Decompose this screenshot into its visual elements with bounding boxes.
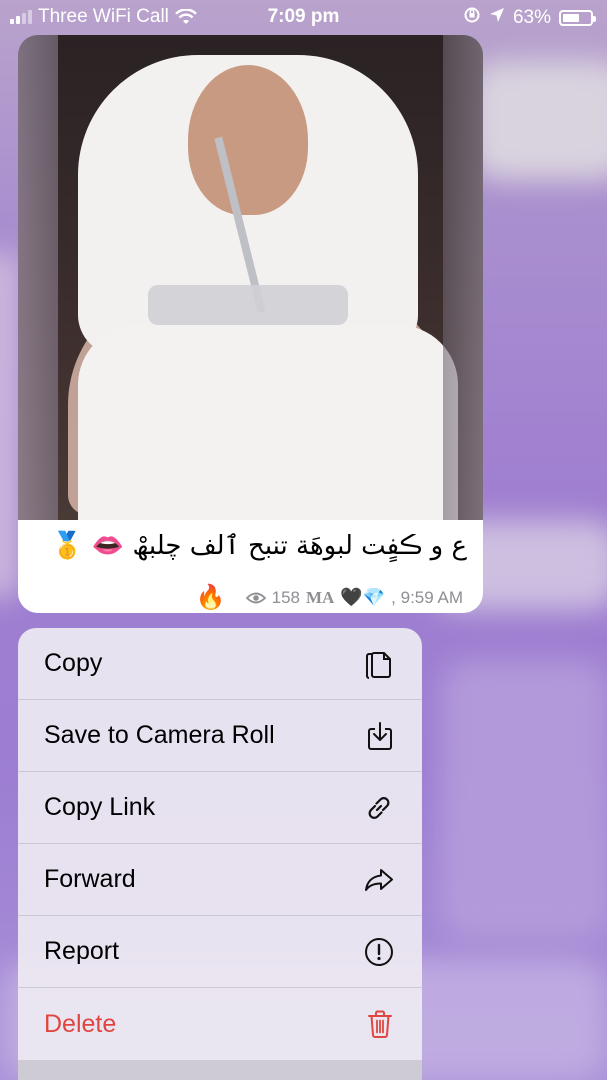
menu-item-report[interactable]: Report — [18, 916, 422, 988]
message-bubble[interactable]: ﻉ و ڪفٍت لبوھَة تنبح ٱلف چلبھْ 👄 🥇 🔥 158… — [18, 35, 483, 613]
download-icon — [366, 721, 394, 751]
eye-icon — [245, 591, 266, 605]
menu-separator — [18, 1060, 422, 1080]
menu-item-label: Report — [44, 937, 120, 965]
menu-item-copy-link[interactable]: Copy Link — [18, 772, 422, 844]
menu-item-label: Copy Link — [44, 793, 156, 821]
post-signature: MA — [306, 587, 335, 607]
copy-icon — [362, 647, 394, 681]
menu-item-save-to-camera-roll[interactable]: Save to Camera Roll — [18, 700, 422, 772]
orientation-lock-icon — [463, 6, 481, 30]
message-caption: ﻉ و ڪفٍت لبوھَة تنبح ٱلف چلبھْ 👄 🥇 — [51, 531, 467, 561]
message-photo[interactable] — [18, 35, 483, 520]
message-time: , 9:59 AM — [391, 587, 463, 607]
menu-item-label: Forward — [44, 865, 136, 893]
battery-icon — [559, 10, 596, 26]
background-blur — [470, 60, 607, 180]
fire-emoji: 🔥 — [195, 584, 226, 611]
background-blur — [0, 250, 20, 600]
menu-item-label: Save to Camera Roll — [44, 721, 275, 749]
view-count: 158 — [271, 587, 301, 607]
battery-percent: 63% — [512, 7, 551, 28]
location-icon — [489, 7, 505, 29]
background-blur — [440, 660, 607, 940]
forward-icon — [364, 867, 394, 893]
message-meta: 🔥 158 MA 🖤💎 , 9:59 AM — [196, 583, 463, 612]
menu-item-forward[interactable]: Forward — [18, 844, 422, 916]
menu-item-label: Copy — [44, 649, 103, 677]
trash-icon — [366, 1009, 394, 1039]
status-bar: Three WiFi Call 7:09 pm 63% — [0, 0, 607, 34]
context-menu: Copy Save to Camera Roll Copy Link Forwa… — [18, 628, 422, 1080]
link-icon — [364, 793, 394, 823]
menu-item-label: Delete — [44, 1009, 117, 1038]
exclamation-circle-icon — [364, 937, 394, 967]
menu-item-delete[interactable]: Delete — [18, 988, 422, 1060]
signature-emoji: 🖤💎 — [340, 587, 386, 607]
menu-item-copy[interactable]: Copy — [18, 628, 422, 700]
